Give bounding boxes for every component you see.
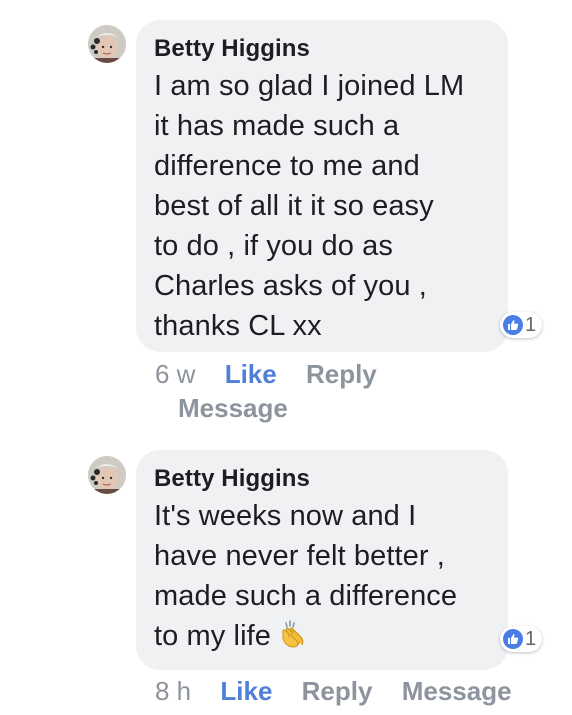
comment-actions-row-2: Message <box>178 391 288 425</box>
comment-bubble: Betty Higgins It's weeks now and I have … <box>136 450 542 670</box>
message-button[interactable]: Message <box>402 674 512 708</box>
reply-button[interactable]: Reply <box>306 357 377 391</box>
reaction-count: 1 <box>525 314 537 336</box>
like-button[interactable]: Like <box>225 357 277 391</box>
avatar[interactable] <box>88 456 126 494</box>
comment-actions: 8 h Like Reply Message <box>155 674 512 708</box>
comment-actions: 6 w Like Reply <box>155 357 377 391</box>
reaction-summary[interactable]: 1 <box>500 626 542 652</box>
like-button[interactable]: Like <box>220 674 272 708</box>
avatar-image-icon <box>88 25 126 63</box>
avatar-image-icon <box>88 456 126 494</box>
like-reaction-icon <box>503 629 523 649</box>
comment-text: I am so glad I joined LM it has made suc… <box>154 70 465 342</box>
clapping-hands-icon <box>277 619 309 662</box>
comment-author[interactable]: Betty Higgins <box>154 462 490 496</box>
comment-text: It's weeks now and I have never felt bet… <box>154 496 490 662</box>
comment-timestamp: 8 h <box>155 676 192 706</box>
avatar[interactable] <box>88 25 126 63</box>
comment-author[interactable]: Betty Higgins <box>154 32 490 66</box>
reaction-count: 1 <box>525 628 537 650</box>
comment-timestamp: 6 w <box>155 359 196 389</box>
reply-button[interactable]: Reply <box>302 674 373 708</box>
comment-bubble: Betty Higgins I am so glad I joined LM i… <box>136 20 542 352</box>
reaction-summary[interactable]: 1 <box>500 312 542 338</box>
like-reaction-icon <box>503 315 523 335</box>
message-button[interactable]: Message <box>178 391 288 425</box>
